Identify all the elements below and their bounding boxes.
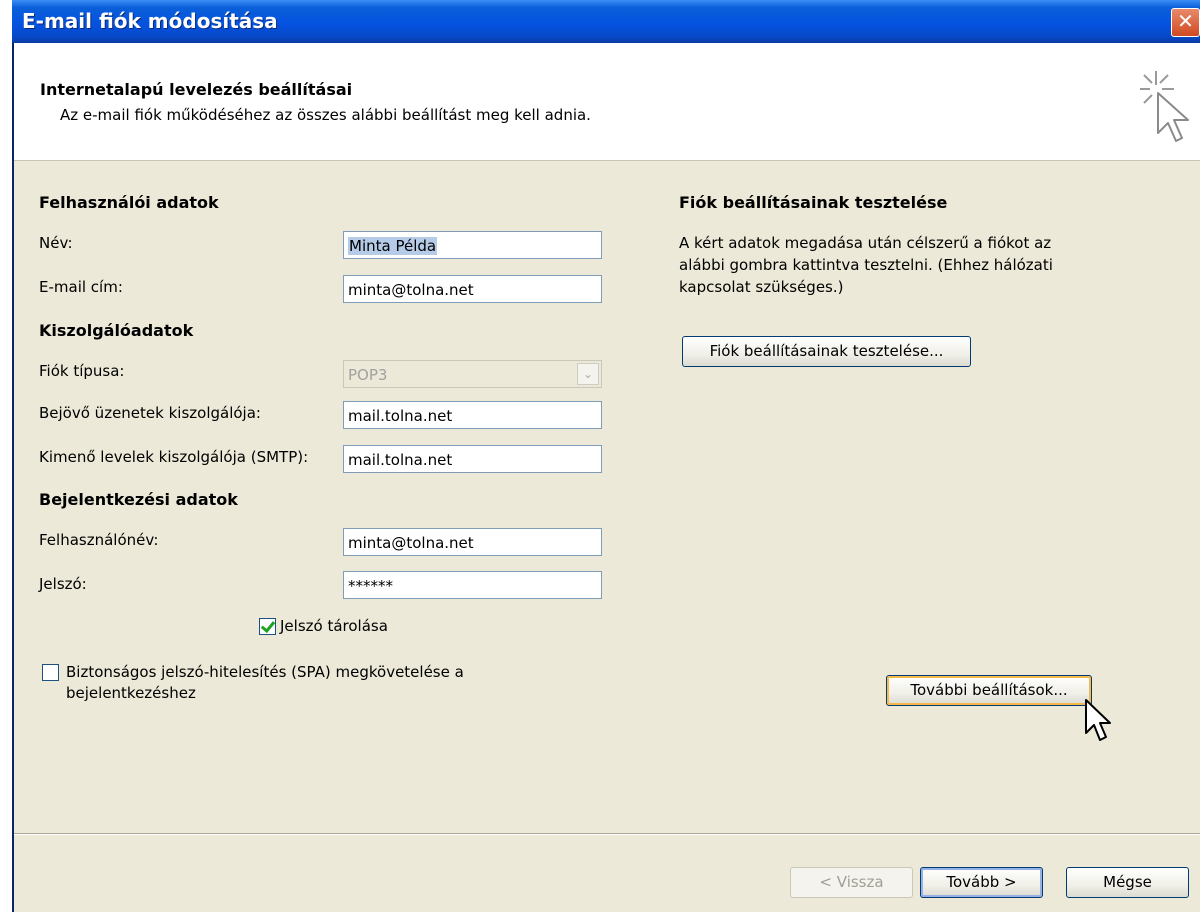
close-button[interactable]: ✕ [1171, 8, 1200, 37]
outgoing-server-field[interactable]: mail.tolna.net [343, 445, 602, 473]
server-section-heading: Kiszolgálóadatok [39, 321, 194, 340]
cancel-button[interactable]: Mégse [1066, 867, 1189, 898]
title-bar[interactable]: E-mail fiók módosítása ✕ [12, 0, 1200, 43]
test-desc-line3: kapcsolat szükséges.) [679, 278, 844, 296]
window-title: E-mail fiók módosítása [22, 9, 278, 33]
remember-password-label: Jelszó tárolása [280, 617, 388, 635]
name-field[interactable]: Minta Példa [343, 231, 602, 259]
password-field[interactable]: ****** [343, 571, 602, 599]
test-settings-button[interactable]: Fiók beállításainak tesztelése... [682, 336, 971, 367]
window-left-border [0, 0, 14, 912]
user-section-heading: Felhasználói adatok [39, 193, 219, 212]
login-section-heading: Bejelentkezési adatok [39, 490, 238, 509]
username-field[interactable]: minta@tolna.net [343, 528, 602, 556]
header-subtitle: Az e-mail fiók működéséhez az összes alá… [60, 106, 591, 124]
account-type-select: POP3 ⌄ [343, 360, 602, 388]
mouse-pointer-icon [1085, 699, 1111, 741]
chevron-down-icon: ⌄ [577, 363, 599, 385]
remember-password-checkbox[interactable] [259, 618, 276, 635]
account-type-label: Fiók típusa: [39, 362, 125, 380]
spa-label-line1: Biztonságos jelszó-hitelesítés (SPA) meg… [66, 663, 464, 681]
incoming-server-field[interactable]: mail.tolna.net [343, 401, 602, 429]
account-type-value: POP3 [348, 366, 388, 384]
username-label: Felhasználónév: [39, 531, 159, 549]
password-label: Jelszó: [39, 575, 87, 593]
test-desc-line2: alábbi gombra kattintva tesztelni. (Ehhe… [679, 256, 1053, 274]
outgoing-server-label: Kimenő levelek kiszolgálója (SMTP): [39, 448, 309, 466]
spa-label-line2: bejelentkezéshez [66, 684, 196, 702]
more-settings-button[interactable]: További beállítások... [886, 675, 1092, 706]
back-button[interactable]: < Vissza [790, 867, 913, 898]
email-label: E-mail cím: [39, 278, 123, 296]
header-title: Internetalapú levelezés beállításai [40, 80, 353, 99]
test-section-heading: Fiók beállításainak tesztelése [679, 193, 948, 212]
dialog-window: E-mail fiók módosítása ✕ Internetalapú l… [0, 0, 1200, 912]
dialog-header: Internetalapú levelezés beállításai Az e… [14, 43, 1200, 161]
test-desc-line1: A kért adatok megadása után célszerű a f… [679, 234, 1052, 252]
incoming-server-label: Bejövő üzenetek kiszolgálója: [39, 404, 261, 422]
spa-checkbox[interactable] [42, 664, 59, 681]
name-label: Név: [39, 234, 73, 252]
next-button[interactable]: Tovább > [920, 867, 1043, 898]
sparkle-cursor-icon [1140, 71, 1189, 142]
email-field[interactable]: minta@tolna.net [343, 275, 602, 303]
name-value: Minta Példa [348, 237, 438, 255]
